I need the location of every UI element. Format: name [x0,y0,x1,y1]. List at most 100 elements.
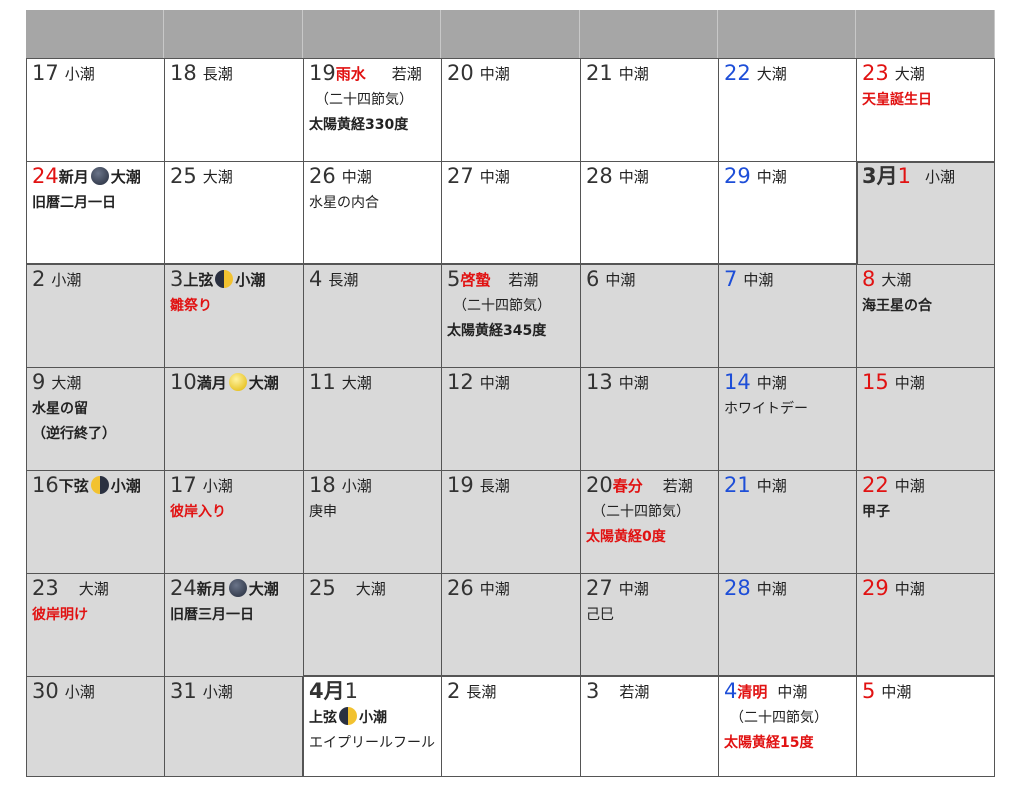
day-cell[interactable]: 8 大潮 海王星の合 [856,264,995,367]
day-cell[interactable]: 11 大潮 [303,367,441,470]
day-cell[interactable]: 31 小潮 [164,676,303,777]
day-note-line: 太陽黄経330度 [309,114,408,136]
day-header-line: 19雨水 若潮 [309,61,422,86]
day-cell[interactable]: 23 大潮 彼岸明け [26,573,164,676]
grid-line [441,58,442,777]
day-cell[interactable]: 17 小潮 [26,58,164,161]
day-header-line: 12 中潮 [447,370,510,395]
day-header-line: 26 中潮 [447,576,510,601]
day-cell[interactable]: 5啓蟄 若潮 （二十四節気） 太陽黄経345度 [441,264,580,367]
day-cell[interactable]: 12 中潮 [441,367,580,470]
day-cell[interactable]: 21 中潮 [580,58,718,161]
day-cell[interactable]: 22 中潮 甲子 [856,470,995,573]
tide-label: 下弦 [58,477,89,495]
day-header-line: 27 中潮 [586,576,649,601]
day-note-line: 彼岸入り [170,501,226,523]
day-number: 20 [586,473,613,497]
day-header-line: 3上弦 小潮 [170,267,265,292]
day-note-line: （二十四節気） [586,501,690,523]
tide-label: 中潮 [479,580,510,598]
day-number: 10 [170,370,197,394]
tide-label: 中潮 [605,271,636,289]
day-cell[interactable]: 19雨水 若潮 （二十四節気） 太陽黄経330度 [303,58,441,161]
day-cell[interactable]: 30 小潮 [26,676,164,777]
day-cell[interactable]: 29 中潮 [718,161,856,264]
tide-label: 中潮 [479,65,510,83]
day-cell[interactable]: 7 中潮 [718,264,856,367]
grid-line [26,776,995,777]
tide-label: 中潮 [618,580,649,598]
day-cell[interactable]: 2 長潮 [441,676,580,777]
day-number: 21 [724,473,751,497]
day-note-line: 水星の留 [32,398,88,420]
day-note-line: 旧暦三月一日 [170,604,254,626]
day-cell[interactable]: 9 大潮 水星の留 （逆行終了） [26,367,164,470]
day-cell[interactable]: 28 中潮 [718,573,856,676]
event-label: （二十四節気） [315,92,413,108]
day-header-line: 29 中潮 [724,164,787,189]
day-cell[interactable]: 23 大潮 天皇誕生日 [856,58,995,161]
day-number: 23 [32,576,59,600]
event-label: 甲子 [862,504,890,520]
day-cell[interactable]: 22 大潮 [718,58,856,161]
day-note-line: 太陽黄経0度 [586,526,666,548]
day-cell[interactable]: 20 中潮 [441,58,580,161]
tide-label: 新月 [58,168,89,186]
day-number: 29 [724,164,751,188]
day-number: 6 [586,267,600,291]
tide-label: 中潮 [479,374,510,392]
day-cell[interactable]: 25 大潮 [164,161,303,264]
day-cell[interactable]: 4 長潮 [303,264,441,367]
day-cell[interactable]: 18 小潮 庚申 [303,470,441,573]
day-cell[interactable]: 25 大潮 [303,573,441,676]
day-cell[interactable]: 3 若潮 [580,676,718,777]
day-cell[interactable]: 17 小潮彼岸入り [164,470,303,573]
event-label: 天皇誕生日 [862,92,932,108]
day-cell[interactable]: 26 中潮 水星の内合 [303,161,441,264]
day-cell[interactable]: 3上弦 小潮 雛祭り [164,264,303,367]
day-cell[interactable]: 4月1 上弦 小潮 エイプリールフール [303,676,441,777]
day-cell[interactable]: 10満月 大潮 [164,367,303,470]
tide-label: 中潮 [894,477,925,495]
tide-label: 長潮 [202,65,233,83]
event-label: 旧暦二月一日 [32,195,116,211]
day-number: 15 [862,370,889,394]
day-cell[interactable]: 27 中潮 己巳 [580,573,718,676]
day-cell[interactable]: 21 中潮 [718,470,856,573]
day-cell[interactable]: 14 中潮 ホワイトデー [718,367,856,470]
day-cell[interactable]: 16下弦 小潮 [26,470,164,573]
event-label: ホワイトデー [724,401,808,417]
day-cell[interactable]: 15 中潮 [856,367,995,470]
day-header-line: 15 中潮 [862,370,925,395]
tide-label: 大潮 [78,580,109,598]
day-note-line: （二十四節気） [309,89,413,111]
day-cell[interactable]: 24新月 大潮 旧暦三月一日 [164,573,303,676]
tide-label: 中潮 [756,168,787,186]
day-cell[interactable]: 6 中潮 [580,264,718,367]
day-cell[interactable]: 27 中潮 [441,161,580,264]
day-cell[interactable]: 28 中潮 [580,161,718,264]
tide-label: 中潮 [618,65,649,83]
day-cell[interactable]: 2 小潮 [26,264,164,367]
day-header-line: 6 中潮 [586,267,635,292]
day-cell[interactable]: 20春分 若潮 （二十四節気） 太陽黄経0度 [580,470,718,573]
day-number: 5 [447,267,461,291]
day-header-line: 16下弦 小潮 [32,473,141,498]
day-cell[interactable]: 5 中潮 [856,676,995,777]
day-cell[interactable]: 24新月 大潮 旧暦二月一日 [26,161,164,264]
day-cell[interactable]: 29 中潮 [856,573,995,676]
grid-line [856,161,858,264]
tide-label: 大潮 [248,580,279,598]
day-cell[interactable]: 26 中潮 [441,573,580,676]
day-header-line: 31 小潮 [170,679,233,704]
day-cell[interactable]: 13 中潮 [580,367,718,470]
event-label: （逆行終了） [32,426,116,442]
day-header-line: 17 小潮 [170,473,233,498]
day-header-line: 2 長潮 [447,679,496,704]
tide-label: 清明 [737,683,768,701]
day-cell[interactable]: 18 長潮 [164,58,303,161]
day-number: 7 [724,267,738,291]
day-cell[interactable]: 19 長潮 [441,470,580,573]
day-cell[interactable]: 4清明 中潮 （二十四節気） 太陽黄経15度 [718,676,856,777]
day-cell[interactable]: 3月1 小潮 [856,161,995,264]
